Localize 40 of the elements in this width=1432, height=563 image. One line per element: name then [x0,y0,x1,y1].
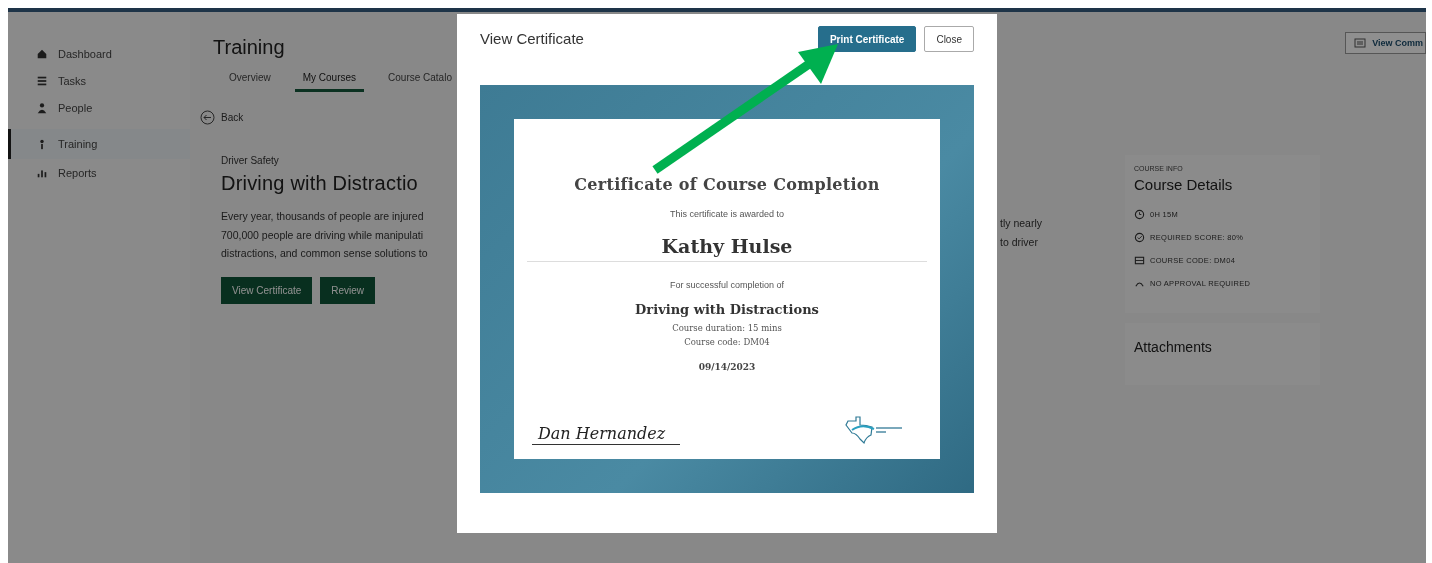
panel-title: Attachments [1134,339,1213,355]
sidebar-item[interactable]: Reports [8,159,190,186]
clock-icon [1134,209,1145,220]
panel-title: Course Details [1134,176,1234,193]
home-icon [36,47,48,60]
sidebar-item[interactable]: Dashboard [8,40,190,67]
modal-title: View Certificate [480,29,585,47]
back-link[interactable]: Back [200,110,244,125]
course-description: distractions, and common sense solutions to [221,246,429,261]
course-description: Every year, thousands of people are injured [221,209,425,224]
recipient-name: Kathy Hulse [527,235,927,262]
sidebar-item[interactable]: People [8,94,190,121]
course-button[interactable]: View Certificate [221,276,313,304]
sidebar-item[interactable]: Training [8,129,190,159]
sidebar-item[interactable]: Tasks [8,67,190,94]
course-description: to driver [1000,234,1039,250]
print-button[interactable]: Print Certificate [817,26,917,52]
course-description: 700,000 people are driving while manipulati [221,227,424,243]
view-button[interactable]: View Comm [1345,32,1426,54]
certificate-heading: Certificate of Course Completion [574,175,880,194]
course-duration: Course duration: 15 mins [672,322,782,334]
course-name: Driving with Distractions [635,302,819,317]
list-icon [36,74,48,87]
course-button[interactable]: Review [320,276,376,304]
certificate-date: 09/14/2023 [698,362,756,372]
close-button[interactable]: Close [924,26,974,52]
course-code: Course code: DM04 [684,336,770,348]
card-icon [1134,255,1145,266]
tab[interactable]: Overview [227,69,273,92]
check-circle-icon [1134,232,1145,243]
course-title: Driving with Distractio [221,172,419,195]
tab[interactable]: Course Catalo [386,69,454,92]
course-description: tly nearly [1000,216,1043,231]
page-title: Training [213,36,285,59]
document-icon [1354,38,1367,48]
course-category: Driver Safety [221,155,280,166]
certificate-text: This certificate is awarded to [669,209,784,219]
certificate-text: For successful completion of [669,280,784,290]
tab[interactable]: My Courses [294,69,365,92]
signature: Dan Hernandez [532,424,680,445]
